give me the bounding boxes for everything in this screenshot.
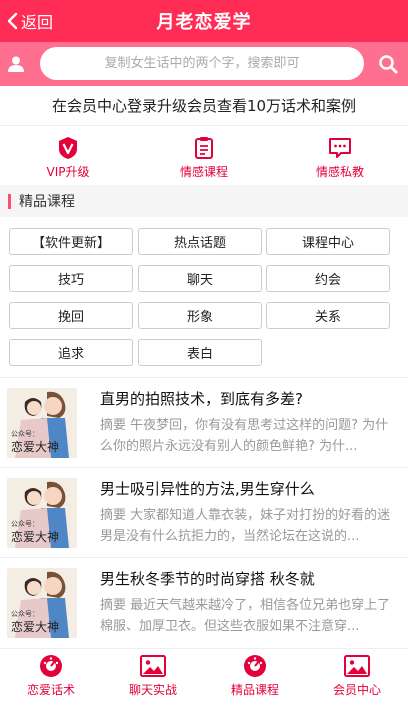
section-title: 精品课程 [19,194,75,210]
app-header: 返回 月老恋爱学 [0,0,408,42]
svg-text:公众号：: 公众号： [11,610,39,618]
tag-dating[interactable]: 约会 [266,265,390,292]
vip-upgrade-entry[interactable]: VIP升级 [0,127,136,185]
tag-relationship[interactable]: 关系 [266,302,390,329]
user-icon [8,56,24,72]
list-item[interactable]: 公众号： 恋爱大神 直男的拍照技术，到底有多差? 摘要 午夜梦回，你有没有思考过… [0,377,408,467]
private-coach-entry[interactable]: 情感私教 [272,127,408,185]
private-coach-label: 情感私教 [315,165,364,179]
member-notice[interactable]: 在会员中心登录升级会员查看10万话术和案例 [0,86,408,126]
dial-icon [244,655,266,677]
section-header: 精品课程 [0,185,408,217]
search-button[interactable] [368,42,408,86]
image-icon [140,655,166,677]
document-icon [195,137,213,159]
emotion-course-label: 情感课程 [179,165,228,179]
tag-skills[interactable]: 技巧 [9,265,133,292]
tag-win-back[interactable]: 挽回 [9,302,133,329]
search-icon [379,55,398,74]
article-summary: 摘要 午夜梦回，你有没有思考过这样的问题? 为什么你的照片永远没有别人的颜色鲜艳… [100,418,389,454]
svg-text:公众号：: 公众号： [11,520,39,528]
tag-chat[interactable]: 聊天 [138,265,262,292]
back-button[interactable]: 返回 [6,0,53,42]
chevron-left-icon [7,12,18,30]
emotion-course-entry[interactable]: 情感课程 [136,127,272,185]
chat-icon [329,138,351,158]
tag-pursuit[interactable]: 追求 [9,339,133,366]
tag-hot-topics[interactable]: 热点话题 [138,228,262,255]
tag-software-update[interactable]: 【软件更新】 [9,228,133,255]
user-button[interactable] [0,42,32,86]
bottom-tab-bar: 恋爱话术 聊天实战 精品课程 会员中心 [0,648,408,706]
tab-chat-practice-label: 聊天实战 [128,683,177,697]
article-thumbnail: 公众号： 恋爱大神 [7,478,77,548]
tab-chat-practice[interactable]: 聊天实战 [102,649,204,706]
tag-image[interactable]: 形象 [138,302,262,329]
svg-text:恋爱大神: 恋爱大神 [11,529,59,544]
section-accent-bar [8,193,11,209]
page-title: 月老恋爱学 [156,12,252,33]
search-input[interactable] [40,47,364,80]
search-bar [0,42,408,86]
tab-premium-courses-label: 精品课程 [230,683,279,697]
tag-confession[interactable]: 表白 [138,339,262,366]
vip-badge-icon [59,137,77,159]
tab-member-center[interactable]: 会员中心 [306,649,408,706]
tab-love-scripts-label: 恋爱话术 [26,683,75,697]
list-item[interactable]: 公众号： 恋爱大神 男士吸引异性的方法,男生穿什么 摘要 大家都知道人靠衣装，妹… [0,467,408,557]
tab-member-center-label: 会员中心 [332,683,381,697]
tag-course-center[interactable]: 课程中心 [266,228,390,255]
back-label: 返回 [21,13,54,32]
vip-upgrade-label: VIP升级 [46,165,90,179]
svg-text:恋爱大神: 恋爱大神 [11,439,59,454]
image-icon [344,655,370,677]
dial-icon [40,655,62,677]
quick-entry-row: VIP升级 情感课程 情感私教 [0,127,408,185]
article-title: 男生秋冬季节的时尚穿搭 秋冬就 [100,570,315,588]
svg-text:公众号：: 公众号： [11,430,39,438]
tag-grid: 【软件更新】 热点话题 课程中心 技巧 聊天 约会 挽回 形象 关系 追求 表白 [0,217,408,377]
article-title: 直男的拍照技术，到底有多差? [100,390,303,408]
tab-love-scripts[interactable]: 恋爱话术 [0,649,102,706]
article-summary: 摘要 最近天气越来越冷了，相信各位兄弟也穿上了棉服、加厚卫衣。但这些衣服如果不注… [100,598,391,634]
article-summary: 摘要 大家都知道人靠衣装，妹子对打扮的好看的迷男是没有什么抗拒力的，当然论坛在这… [100,508,391,544]
article-thumbnail: 公众号： 恋爱大神 [7,388,77,458]
article-title: 男士吸引异性的方法,男生穿什么 [100,480,315,498]
article-thumbnail: 公众号： 恋爱大神 [7,568,77,638]
tab-premium-courses[interactable]: 精品课程 [204,649,306,706]
list-item[interactable]: 公众号： 恋爱大神 男生秋冬季节的时尚穿搭 秋冬就 摘要 最近天气越来越冷了，相… [0,557,408,647]
svg-text:恋爱大神: 恋爱大神 [11,619,59,634]
